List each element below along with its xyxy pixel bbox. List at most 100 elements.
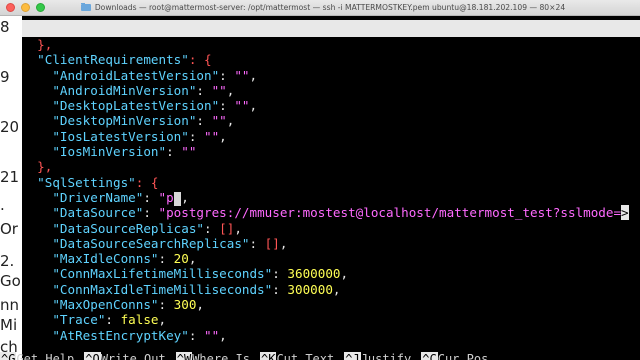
background-text: 8 xyxy=(0,18,10,36)
editor-line[interactable]: "IosLatestVersion": "", xyxy=(22,129,640,144)
background-text: . xyxy=(0,196,5,214)
background-text: 20 xyxy=(0,118,20,136)
json-punctuation: , xyxy=(158,312,167,328)
json-key: "DataSourceReplicas" xyxy=(52,220,204,236)
colon: : xyxy=(143,205,159,221)
json-value: "" xyxy=(211,82,227,98)
json-key: "MaxOpenConns" xyxy=(52,297,159,313)
json-key: "DriverName" xyxy=(52,189,144,205)
colon: : xyxy=(249,235,265,251)
background-text: 2. xyxy=(0,252,15,270)
shortcut-key: ^J xyxy=(344,352,361,360)
editor-line[interactable]: }, xyxy=(22,159,640,174)
shortcut-item: ^OWrite Out xyxy=(84,352,166,360)
background-text: nn xyxy=(0,296,20,314)
close-window-icon[interactable] xyxy=(6,3,15,12)
traffic-lights xyxy=(0,3,54,12)
colon: : xyxy=(188,128,204,144)
shortcut-key: ^K xyxy=(259,352,277,360)
minimize-window-icon[interactable] xyxy=(21,3,30,12)
shortcut-item: ^CCur Pos xyxy=(421,352,488,360)
line-overflow-indicator: > xyxy=(621,205,629,221)
background-text: Go xyxy=(0,272,21,290)
json-punctuation: , xyxy=(219,327,227,343)
json-punctuation: , xyxy=(279,235,288,251)
shortcut-label: Where Is xyxy=(192,352,250,360)
shortcut-label: Get Help xyxy=(16,352,75,360)
zoom-window-icon[interactable] xyxy=(36,3,45,12)
json-key: "MaxIdleConns" xyxy=(52,251,159,267)
shortcut-item: ^JJustify xyxy=(344,352,411,360)
json-value: "" xyxy=(204,128,220,144)
background-text: Or xyxy=(0,220,18,238)
json-value: "" xyxy=(234,98,250,114)
json-value: "" xyxy=(204,327,220,343)
json-key: "AndroidLatestVersion" xyxy=(52,67,220,83)
editor-line[interactable]: "SqlSettings": { xyxy=(22,175,640,190)
editor-line[interactable]: "AndroidMinVersion": "", xyxy=(22,83,640,98)
json-punctuation: , xyxy=(188,251,197,267)
shortcut-item: ^KCut Text xyxy=(259,352,334,360)
editor-line[interactable]: "IosMinVersion": "" xyxy=(22,144,640,159)
shortcut-key: ^W xyxy=(175,352,193,360)
editor-line[interactable]: "DesktopMinVersion": "", xyxy=(22,113,640,128)
editor-line[interactable]: "AndroidLatestVersion": "", xyxy=(22,68,640,83)
json-key: "AndroidMinVersion" xyxy=(52,82,197,98)
json-value: 20 xyxy=(173,251,189,267)
editor-text-area[interactable]: }, "ClientRequirements": { "AndroidLates… xyxy=(22,37,640,343)
editor-line[interactable]: "MaxIdleConns": 20, xyxy=(22,251,640,266)
background-text: 21 xyxy=(0,168,20,186)
folder-icon xyxy=(80,3,91,11)
json-value: 300 xyxy=(173,297,197,313)
json-punctuation: , xyxy=(234,220,242,236)
editor-line[interactable]: "DataSourceSearchReplicas": [], xyxy=(22,236,640,251)
json-value: [] xyxy=(219,220,235,236)
background-window[interactable]: 8 9 20 21 . Or 2. Go nn Mi ch xyxy=(0,16,22,360)
editor-line[interactable]: "ConnMaxLifetimeMilliseconds": 3600000, xyxy=(22,266,640,281)
screen: Downloads — root@mattermost-server: /opt… xyxy=(0,0,640,360)
editor-line[interactable]: "DataSourceReplicas": [], xyxy=(22,221,640,236)
json-value: "" xyxy=(181,144,197,160)
json-punctuation: , xyxy=(196,297,205,313)
shortcut-label: Write Out xyxy=(100,352,166,360)
editor-line[interactable]: "DesktopLatestVersion": "", xyxy=(22,98,640,113)
colon: : xyxy=(219,98,235,114)
json-punctuation: , xyxy=(219,128,227,144)
editor-line[interactable]: }, xyxy=(22,37,640,52)
window-title: Downloads — root@mattermost-server: /opt… xyxy=(54,3,640,12)
json-value: "" xyxy=(234,67,250,83)
json-key: "DesktopLatestVersion" xyxy=(52,98,220,114)
editor-line[interactable]: "ClientRequirements": { xyxy=(22,52,640,67)
json-value: 300000 xyxy=(287,281,333,297)
background-text: Mi xyxy=(0,316,18,334)
json-key: "IosLatestVersion" xyxy=(52,128,189,144)
closing-brace: }, xyxy=(37,159,53,175)
colon: : xyxy=(272,266,288,282)
colon: : xyxy=(272,281,288,297)
editor-line[interactable]: "ConnMaxIdleTimeMilliseconds": 300000, xyxy=(22,282,640,297)
shortcut-label: Cur Pos xyxy=(437,352,489,360)
shortcut-label: Justify xyxy=(360,352,412,360)
editor-line[interactable]: "DataSource": "postgres://mmuser:mostest… xyxy=(22,205,640,221)
colon: : xyxy=(188,327,204,343)
colon: : xyxy=(219,67,235,83)
window-titlebar[interactable]: Downloads — root@mattermost-server: /opt… xyxy=(0,0,640,16)
editor-line[interactable]: "DriverName": "p , xyxy=(22,189,640,206)
colon: : xyxy=(204,220,220,236)
terminal-window[interactable]: GNU nano 4.8 /opt/mattermost/config/conf… xyxy=(22,16,640,360)
json-value: [] xyxy=(264,235,280,251)
editor-line[interactable]: "AtRestEncryptKey": "", xyxy=(22,328,640,343)
json-value: "postgres://mmuser:mostest@localhost/mat… xyxy=(158,205,622,221)
editor-line[interactable]: "Trace": false, xyxy=(22,312,640,327)
editor-line[interactable]: "MaxOpenConns": 300, xyxy=(22,297,640,312)
colon: : xyxy=(196,82,212,98)
json-key: "DataSource" xyxy=(52,205,144,221)
